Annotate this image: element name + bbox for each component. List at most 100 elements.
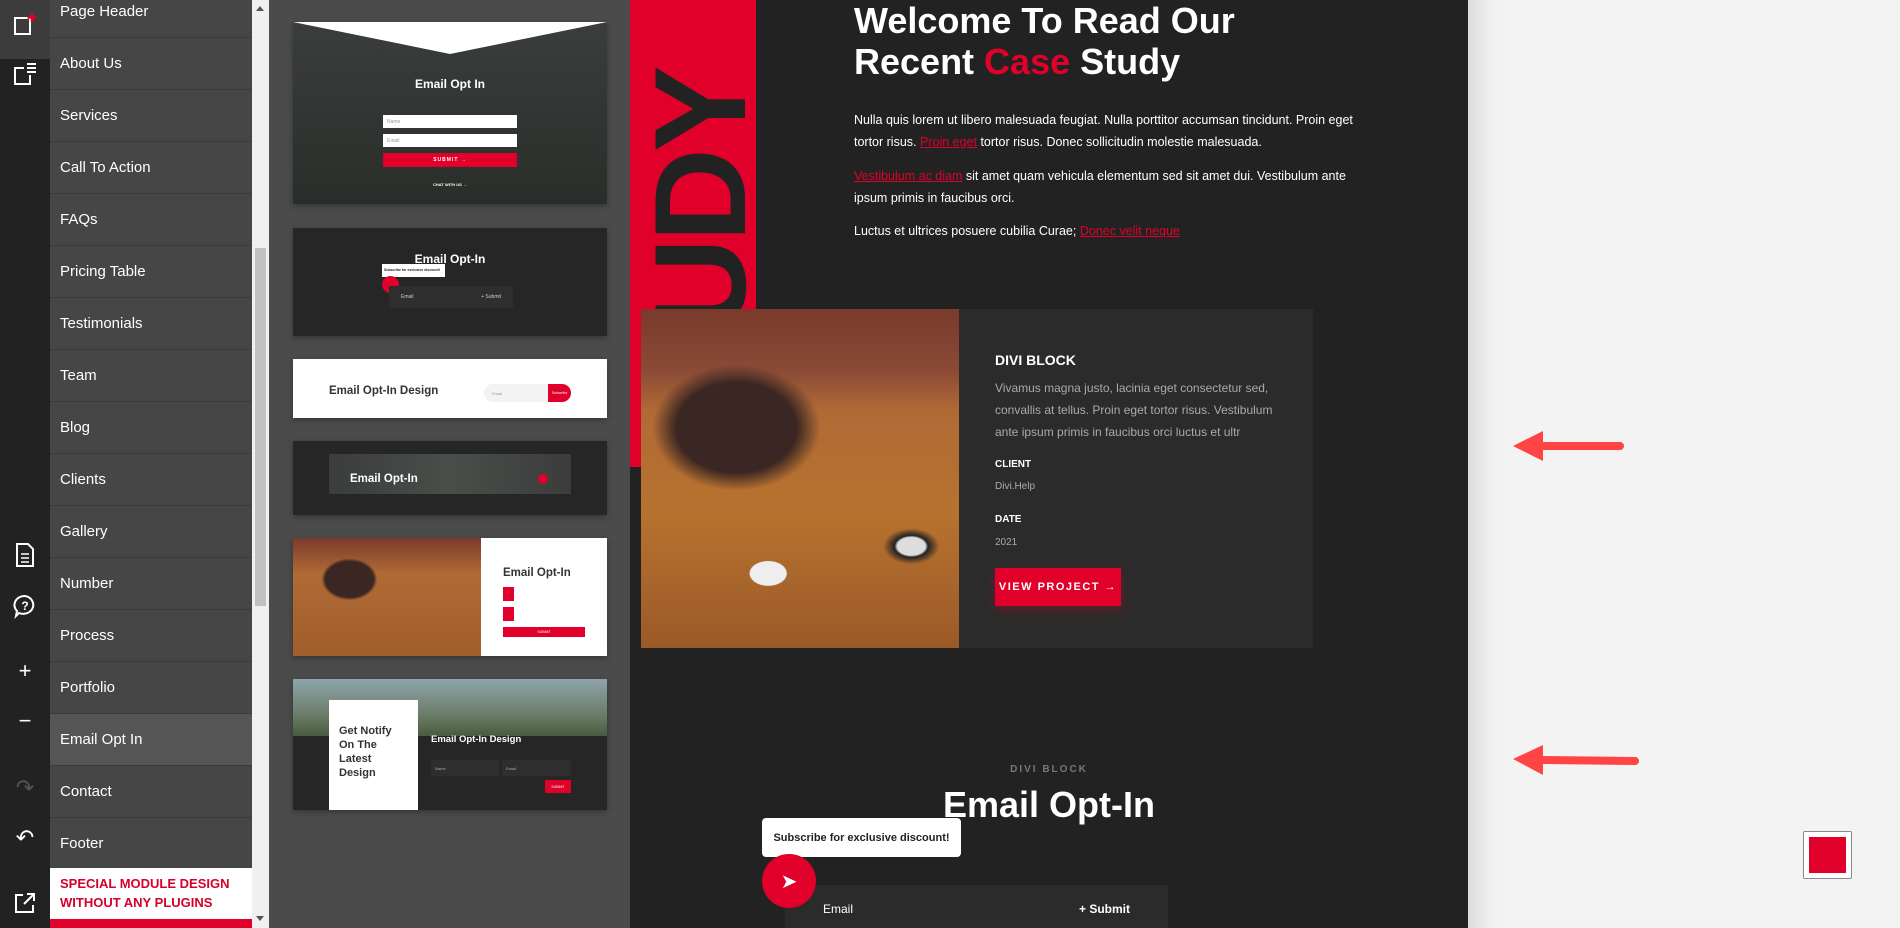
sidebar-item-label: Blog bbox=[60, 419, 91, 436]
submit-button[interactable]: + Submit bbox=[1079, 902, 1130, 916]
scroll-down-icon[interactable] bbox=[256, 916, 264, 921]
discount-tooltip: Subscribe for exclusive discount! bbox=[762, 818, 961, 857]
document-icon[interactable] bbox=[10, 540, 40, 570]
sidebar-item-page-header[interactable]: Page Header bbox=[50, 0, 252, 38]
email-input[interactable]: Email bbox=[823, 902, 853, 916]
thumbnail-mail-icon bbox=[503, 607, 514, 621]
text: tortor risus. Donec sollicitudin molesti… bbox=[976, 135, 1262, 149]
sidebar-item-gallery[interactable]: Gallery bbox=[50, 506, 252, 558]
redo-icon[interactable]: ↷ bbox=[10, 773, 40, 803]
card-title: DIVI BLOCK bbox=[995, 352, 1076, 368]
sidebar-item-label: Contact bbox=[60, 783, 112, 800]
heading-accent: Case bbox=[984, 41, 1071, 82]
thumbnail-email-opt-in-photo[interactable]: Email Opt-In SUBMIT bbox=[293, 538, 607, 656]
card-text: Vivamus magna justo, lacinia eget consec… bbox=[995, 381, 1273, 439]
external-link-icon[interactable] bbox=[10, 888, 40, 918]
sidebar-item-label: Number bbox=[60, 575, 114, 592]
case-study-heading: Welcome To Read Our Recent Case Study bbox=[854, 0, 1235, 82]
color-swatch-button[interactable] bbox=[1803, 831, 1852, 879]
thumbnail-name-field: Name bbox=[383, 115, 517, 128]
thumbnail-user-icon bbox=[503, 587, 514, 601]
donec-link[interactable]: Donec velit neque bbox=[1080, 224, 1180, 238]
proin-eget-link[interactable]: Proin eget bbox=[920, 135, 977, 149]
minus-icon[interactable]: − bbox=[10, 706, 40, 736]
thumbnail-submit-icon bbox=[538, 474, 548, 484]
text: Luctus et ultrices posuere cubilia Curae… bbox=[854, 224, 1080, 238]
thumbnail-submit: SUBMIT bbox=[503, 627, 585, 637]
thumbnail-title: Email Opt-In Design bbox=[329, 385, 439, 397]
svg-text:?: ? bbox=[21, 599, 28, 613]
thumbnail-submit: + Submit bbox=[481, 294, 501, 300]
add-page-icon[interactable] bbox=[10, 9, 40, 39]
arrow-left-icon bbox=[1513, 745, 1639, 775]
page-list-icon[interactable] bbox=[10, 59, 40, 89]
sidebar-item-services[interactable]: Services bbox=[50, 90, 252, 142]
banner-accent-bar bbox=[50, 919, 252, 928]
optin-title: Email Opt-In bbox=[942, 784, 1155, 825]
thumbnail-email-opt-in-design[interactable]: Email Opt-In Design Email Subscribe bbox=[293, 359, 607, 418]
cursor-icon: ➤ bbox=[780, 870, 798, 893]
thumbnail-submit: SUBMIT → bbox=[383, 153, 517, 167]
sidebar-item-about-us[interactable]: About Us bbox=[50, 38, 252, 90]
thumbnail-tooltip: Subscribe for exclusive discount! bbox=[382, 264, 445, 277]
vestibulum-link[interactable]: Vestibulum ac diam bbox=[854, 169, 962, 183]
thumbnail-photo bbox=[293, 538, 481, 656]
undo-icon[interactable]: ↶ bbox=[10, 823, 40, 853]
plus-icon[interactable]: + bbox=[10, 656, 40, 686]
sidebar-item-label: Pricing Table bbox=[60, 263, 146, 280]
thumbnail-email-opt-in-2[interactable]: Email Opt-In Subscribe for exclusive dis… bbox=[293, 228, 607, 336]
thumbnail-title: Get Notify On The Latest Design bbox=[329, 700, 418, 810]
sidebar-item-label: Email Opt In bbox=[60, 731, 143, 748]
sidebar-item-team[interactable]: Team bbox=[50, 350, 252, 402]
thumbnail-title: Email Opt-In bbox=[503, 567, 571, 579]
arrow-left-icon bbox=[1513, 431, 1624, 461]
sidebar-item-faqs[interactable]: FAQs bbox=[50, 194, 252, 246]
help-icon[interactable]: ? bbox=[10, 591, 40, 621]
thumbnail-email-field: Email bbox=[484, 384, 549, 402]
thumbnail-subtitle: Email Opt-In Design bbox=[431, 734, 522, 745]
sidebar-item-blog[interactable]: Blog bbox=[50, 402, 252, 454]
heading-line-1: Welcome To Read Our bbox=[854, 0, 1235, 41]
thumbnail-email-opt-in-1[interactable]: Email Opt In Name Email SUBMIT → CHAT WI… bbox=[293, 22, 607, 204]
optin-eyebrow: DIVI BLOCK bbox=[1010, 764, 1088, 775]
heading-pre: Recent bbox=[854, 41, 985, 82]
sidebar-item-contact[interactable]: Contact bbox=[50, 766, 252, 818]
thumbnail-get-notify[interactable]: Get Notify On The Latest Design Email Op… bbox=[293, 679, 607, 810]
sidebar-item-pricing-table[interactable]: Pricing Table bbox=[50, 246, 252, 298]
sidebar-item-footer[interactable]: Footer bbox=[50, 818, 252, 870]
thumbnail-email-field: Email bbox=[502, 760, 571, 776]
client-label: CLIENT bbox=[995, 459, 1032, 470]
thumbnail-email-field: Email bbox=[401, 294, 414, 300]
sidebar-item-process[interactable]: Process bbox=[50, 610, 252, 662]
canvas-background bbox=[1468, 0, 1900, 928]
thumbnail-form: Email + Submit bbox=[389, 286, 513, 308]
heading-post: Study bbox=[1070, 41, 1181, 82]
thumbnail-email-opt-in-banner[interactable]: Email Opt-In bbox=[293, 441, 607, 515]
sidebar-section-list: Page Header About Us Services Call To Actio… bbox=[50, 0, 252, 928]
date-value: 2021 bbox=[995, 537, 1018, 548]
sidebar-item-label: Clients bbox=[60, 471, 106, 488]
sidebar-item-label: Team bbox=[60, 367, 97, 384]
cursor-badge[interactable]: ➤ bbox=[762, 854, 816, 908]
scroll-up-icon[interactable] bbox=[256, 6, 264, 11]
sidebar-item-call-to-action[interactable]: Call To Action bbox=[50, 142, 252, 194]
page-preview: STUDY Welcome To Read Our Recent Case St… bbox=[630, 0, 1468, 928]
special-module-banner[interactable]: SPECIAL MODULE DESIGN WITHOUT ANY PLUGIN… bbox=[50, 868, 252, 919]
sidebar-item-clients[interactable]: Clients bbox=[50, 454, 252, 506]
sidebar-item-email-opt-in[interactable]: Email Opt In bbox=[50, 714, 252, 766]
project-photo bbox=[641, 309, 959, 648]
view-project-button[interactable]: VIEW PROJECT → bbox=[995, 568, 1121, 606]
sidebar-item-portfolio[interactable]: Portfolio bbox=[50, 662, 252, 714]
sidebar-item-number[interactable]: Number bbox=[50, 558, 252, 610]
paragraph-3: Luctus et ultrices posuere cubilia Curae… bbox=[854, 220, 1354, 242]
project-card: DIVI BLOCK Vivamus magna justo, lacinia … bbox=[641, 309, 1313, 648]
thumbnail-submit: SUBMIT bbox=[545, 780, 571, 793]
paragraph-2: Vestibulum ac diam sit amet quam vehicul… bbox=[854, 165, 1354, 209]
sidebar-item-label: Services bbox=[60, 107, 118, 124]
sidebar-item-label: Call To Action bbox=[60, 159, 151, 176]
paragraph-1: Nulla quis lorem ut libero malesuada feu… bbox=[854, 109, 1354, 153]
scrollbar-thumb[interactable] bbox=[255, 248, 266, 606]
sidebar-item-label: Footer bbox=[60, 835, 104, 852]
color-swatch bbox=[1809, 837, 1846, 873]
sidebar-item-testimonials[interactable]: Testimonials bbox=[50, 298, 252, 350]
